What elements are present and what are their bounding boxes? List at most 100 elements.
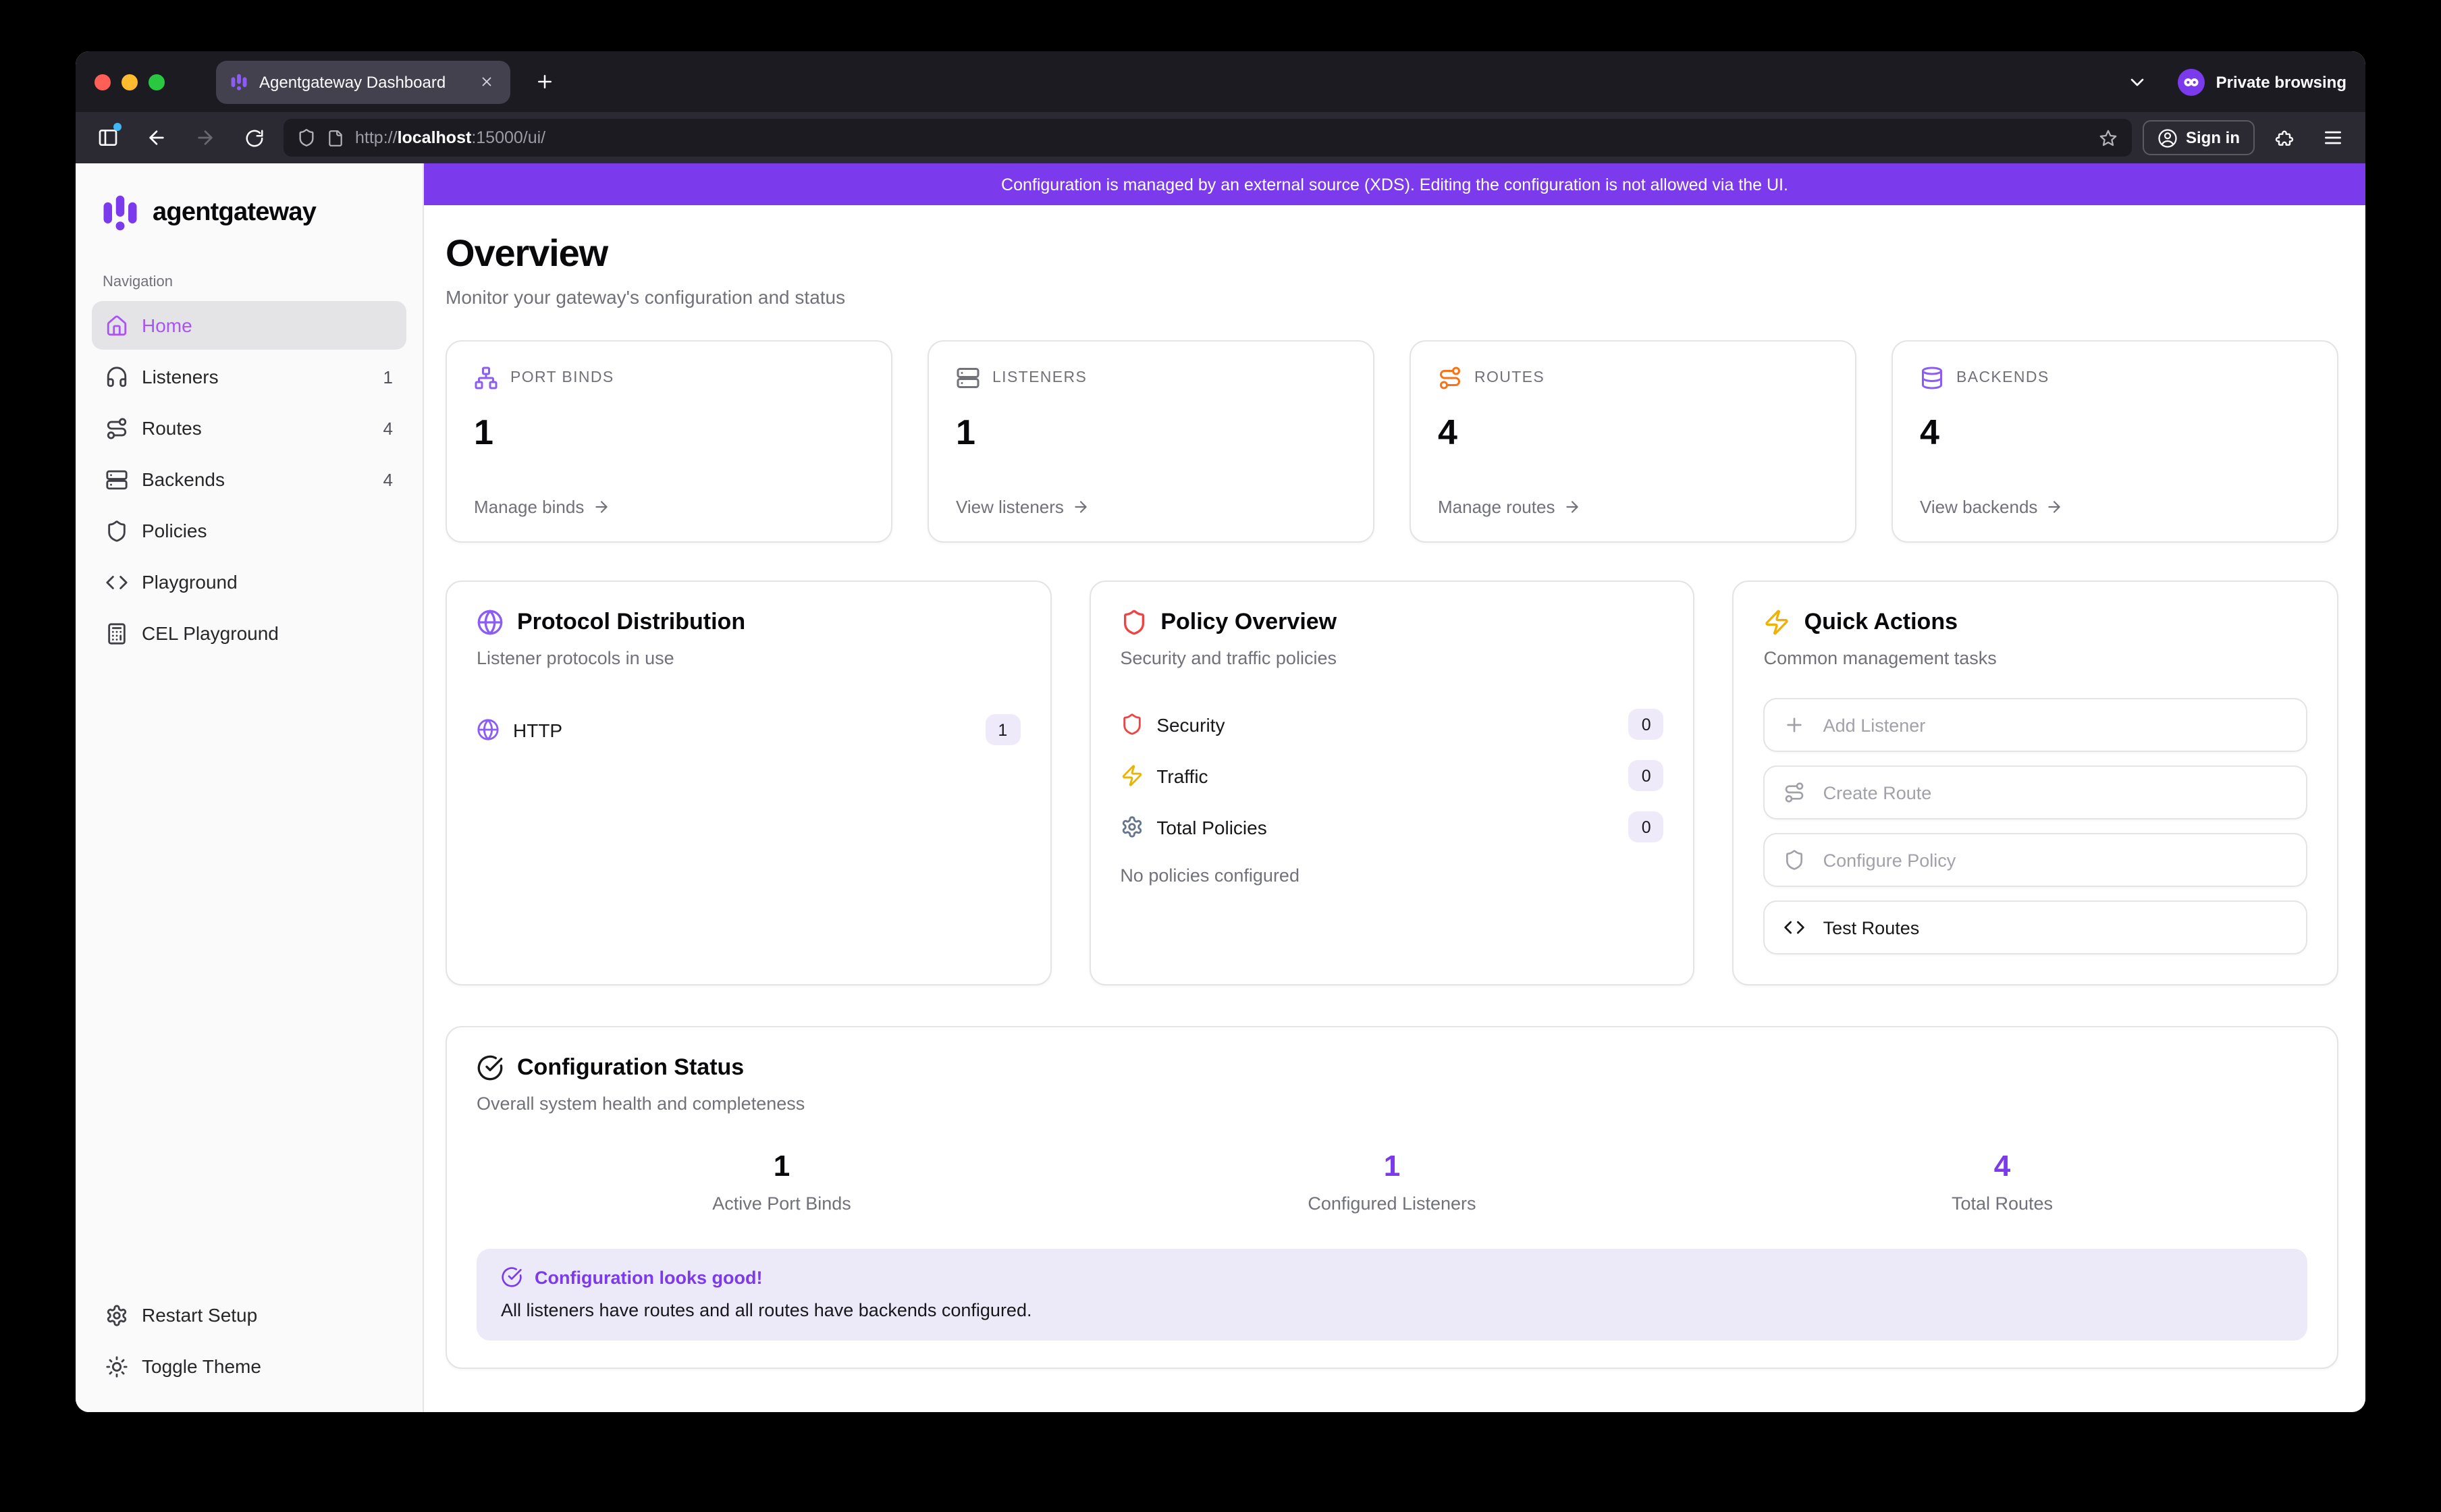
browser-toolbar: http://localhost:15000/ui/ Sign in xyxy=(76,112,2365,163)
sidebar-item-label: Listeners xyxy=(142,366,219,387)
card-subtitle: Common management tasks xyxy=(1764,648,2307,668)
browser-tab-bar: Agentgateway Dashboard Private browsing xyxy=(76,51,2365,112)
url-text[interactable]: http://localhost:15000/ui/ xyxy=(355,128,2087,147)
reload-button[interactable] xyxy=(235,119,273,157)
globe-icon xyxy=(477,609,504,636)
sidebar-item-cel-playground[interactable]: CEL Playground xyxy=(92,609,406,657)
toggle-theme-button[interactable]: Toggle Theme xyxy=(92,1342,406,1390)
private-browsing-badge: Private browsing xyxy=(2178,68,2346,95)
page-info-icon[interactable] xyxy=(327,129,344,146)
metric-value: 4 xyxy=(1697,1149,2307,1184)
network-icon xyxy=(474,366,498,390)
restart-setup-button[interactable]: Restart Setup xyxy=(92,1291,406,1339)
sidebar-item-listeners[interactable]: Listeners 1 xyxy=(92,352,406,401)
arrow-right-icon xyxy=(1072,498,1090,516)
sidebar-item-label: CEL Playground xyxy=(142,622,279,644)
test-routes-button[interactable]: Test Routes xyxy=(1764,900,2307,954)
arrow-right-icon xyxy=(2045,498,2063,516)
brand-name: agentgateway xyxy=(153,198,316,228)
config-ok-banner: Configuration looks good! All listeners … xyxy=(477,1249,2307,1341)
card-title: Protocol Distribution xyxy=(517,609,745,636)
forward-button[interactable] xyxy=(186,119,224,157)
private-browsing-label: Private browsing xyxy=(2216,72,2346,91)
quick-action-label: Configure Policy xyxy=(1823,850,1956,870)
sidebar-item-count: 4 xyxy=(383,469,393,489)
policy-row-traffic: Traffic 0 xyxy=(1120,760,1663,791)
sidebar-item-policies[interactable]: Policies xyxy=(92,506,406,555)
stat-value: 4 xyxy=(1438,412,1828,454)
policy-count-badge: 0 xyxy=(1629,811,1664,842)
quick-action-label: Add Listener xyxy=(1823,715,1926,735)
app-menu-button[interactable] xyxy=(2314,119,2352,157)
configure-policy-button[interactable]: Configure Policy xyxy=(1764,833,2307,887)
create-route-button[interactable]: Create Route xyxy=(1764,765,2307,819)
gear-icon xyxy=(105,1303,128,1326)
sign-in-button[interactable]: Sign in xyxy=(2143,120,2255,155)
stat-value: 4 xyxy=(1920,412,2310,454)
add-listener-button[interactable]: Add Listener xyxy=(1764,698,2307,752)
quick-action-label: Test Routes xyxy=(1823,917,1920,938)
url-path: :15000/ui/ xyxy=(471,128,545,147)
brand[interactable]: agentgateway xyxy=(92,188,406,234)
stat-value: 1 xyxy=(474,412,864,454)
protocol-label: HTTP xyxy=(513,719,562,740)
backends-card: BACKENDS 4 View backends xyxy=(1892,340,2338,543)
route-icon xyxy=(105,416,128,439)
policy-label: Traffic xyxy=(1156,765,1208,786)
zoom-window-button[interactable] xyxy=(149,74,165,90)
xds-config-banner-text: Configuration is managed by an external … xyxy=(1001,175,1788,194)
manage-routes-link[interactable]: Manage routes xyxy=(1438,497,1828,517)
sidebar-item-count: 1 xyxy=(383,367,393,387)
extensions-button[interactable] xyxy=(2265,119,2303,157)
back-button[interactable] xyxy=(138,119,176,157)
notification-dot xyxy=(113,123,122,131)
sidebar-item-playground[interactable]: Playground xyxy=(92,558,406,606)
bookmark-star-icon[interactable] xyxy=(2098,128,2118,148)
metric-total-routes: 4 Total Routes xyxy=(1697,1149,2307,1214)
sun-icon xyxy=(105,1355,128,1378)
metric-label: Active Port Binds xyxy=(477,1193,1087,1214)
code-icon xyxy=(105,570,128,593)
tab-agentgateway-dashboard[interactable]: Agentgateway Dashboard xyxy=(216,60,510,103)
close-window-button[interactable] xyxy=(95,74,111,90)
configuration-status-card: Configuration Status Overall system heal… xyxy=(446,1026,2338,1369)
sidebar-item-backends[interactable]: Backends 4 xyxy=(92,455,406,504)
card-subtitle: Security and traffic policies xyxy=(1120,648,1663,668)
list-all-tabs-icon[interactable] xyxy=(2127,71,2149,92)
sidebar-item-label: Backends xyxy=(142,468,225,490)
stat-label: LISTENERS xyxy=(992,370,1087,386)
tab-title: Agentgateway Dashboard xyxy=(259,72,464,91)
arrow-right-icon xyxy=(1563,498,1580,516)
shield-icon xyxy=(1120,713,1143,736)
globe-icon xyxy=(477,718,500,741)
stat-label: BACKENDS xyxy=(1956,370,2049,386)
minimize-window-button[interactable] xyxy=(122,74,138,90)
restart-setup-label: Restart Setup xyxy=(142,1304,257,1326)
quick-actions-card: Quick Actions Common management tasks Ad… xyxy=(1733,580,2338,986)
tab-close-icon[interactable] xyxy=(475,71,497,92)
route-icon xyxy=(1784,782,1806,803)
sidebar: agentgateway Navigation Home Listeners 1… xyxy=(76,163,424,1412)
sidebar-item-home[interactable]: Home xyxy=(92,301,406,350)
toggle-theme-label: Toggle Theme xyxy=(142,1355,261,1377)
headphones-icon xyxy=(105,365,128,388)
lightning-icon xyxy=(1120,764,1143,787)
policy-label: Security xyxy=(1156,713,1225,735)
new-tab-button[interactable] xyxy=(527,64,562,99)
view-listeners-link[interactable]: View listeners xyxy=(956,497,1346,517)
route-icon xyxy=(1438,366,1462,390)
port-binds-card: PORT BINDS 1 Manage binds xyxy=(446,340,892,543)
check-circle-icon xyxy=(501,1266,522,1288)
stat-label: ROUTES xyxy=(1474,370,1545,386)
sidebar-toggle-button[interactable] xyxy=(89,119,127,157)
card-title: Policy Overview xyxy=(1160,609,1337,636)
url-bar[interactable]: http://localhost:15000/ui/ xyxy=(284,119,2132,157)
manage-binds-link[interactable]: Manage binds xyxy=(474,497,864,517)
server-icon xyxy=(956,366,980,390)
metric-active-port-binds: 1 Active Port Binds xyxy=(477,1149,1087,1214)
policy-row-security: Security 0 xyxy=(1120,709,1663,740)
policy-count-badge: 0 xyxy=(1629,709,1664,740)
view-backends-link[interactable]: View backends xyxy=(1920,497,2310,517)
sidebar-item-routes[interactable]: Routes 4 xyxy=(92,404,406,452)
shield-permissions-icon[interactable] xyxy=(297,128,316,147)
